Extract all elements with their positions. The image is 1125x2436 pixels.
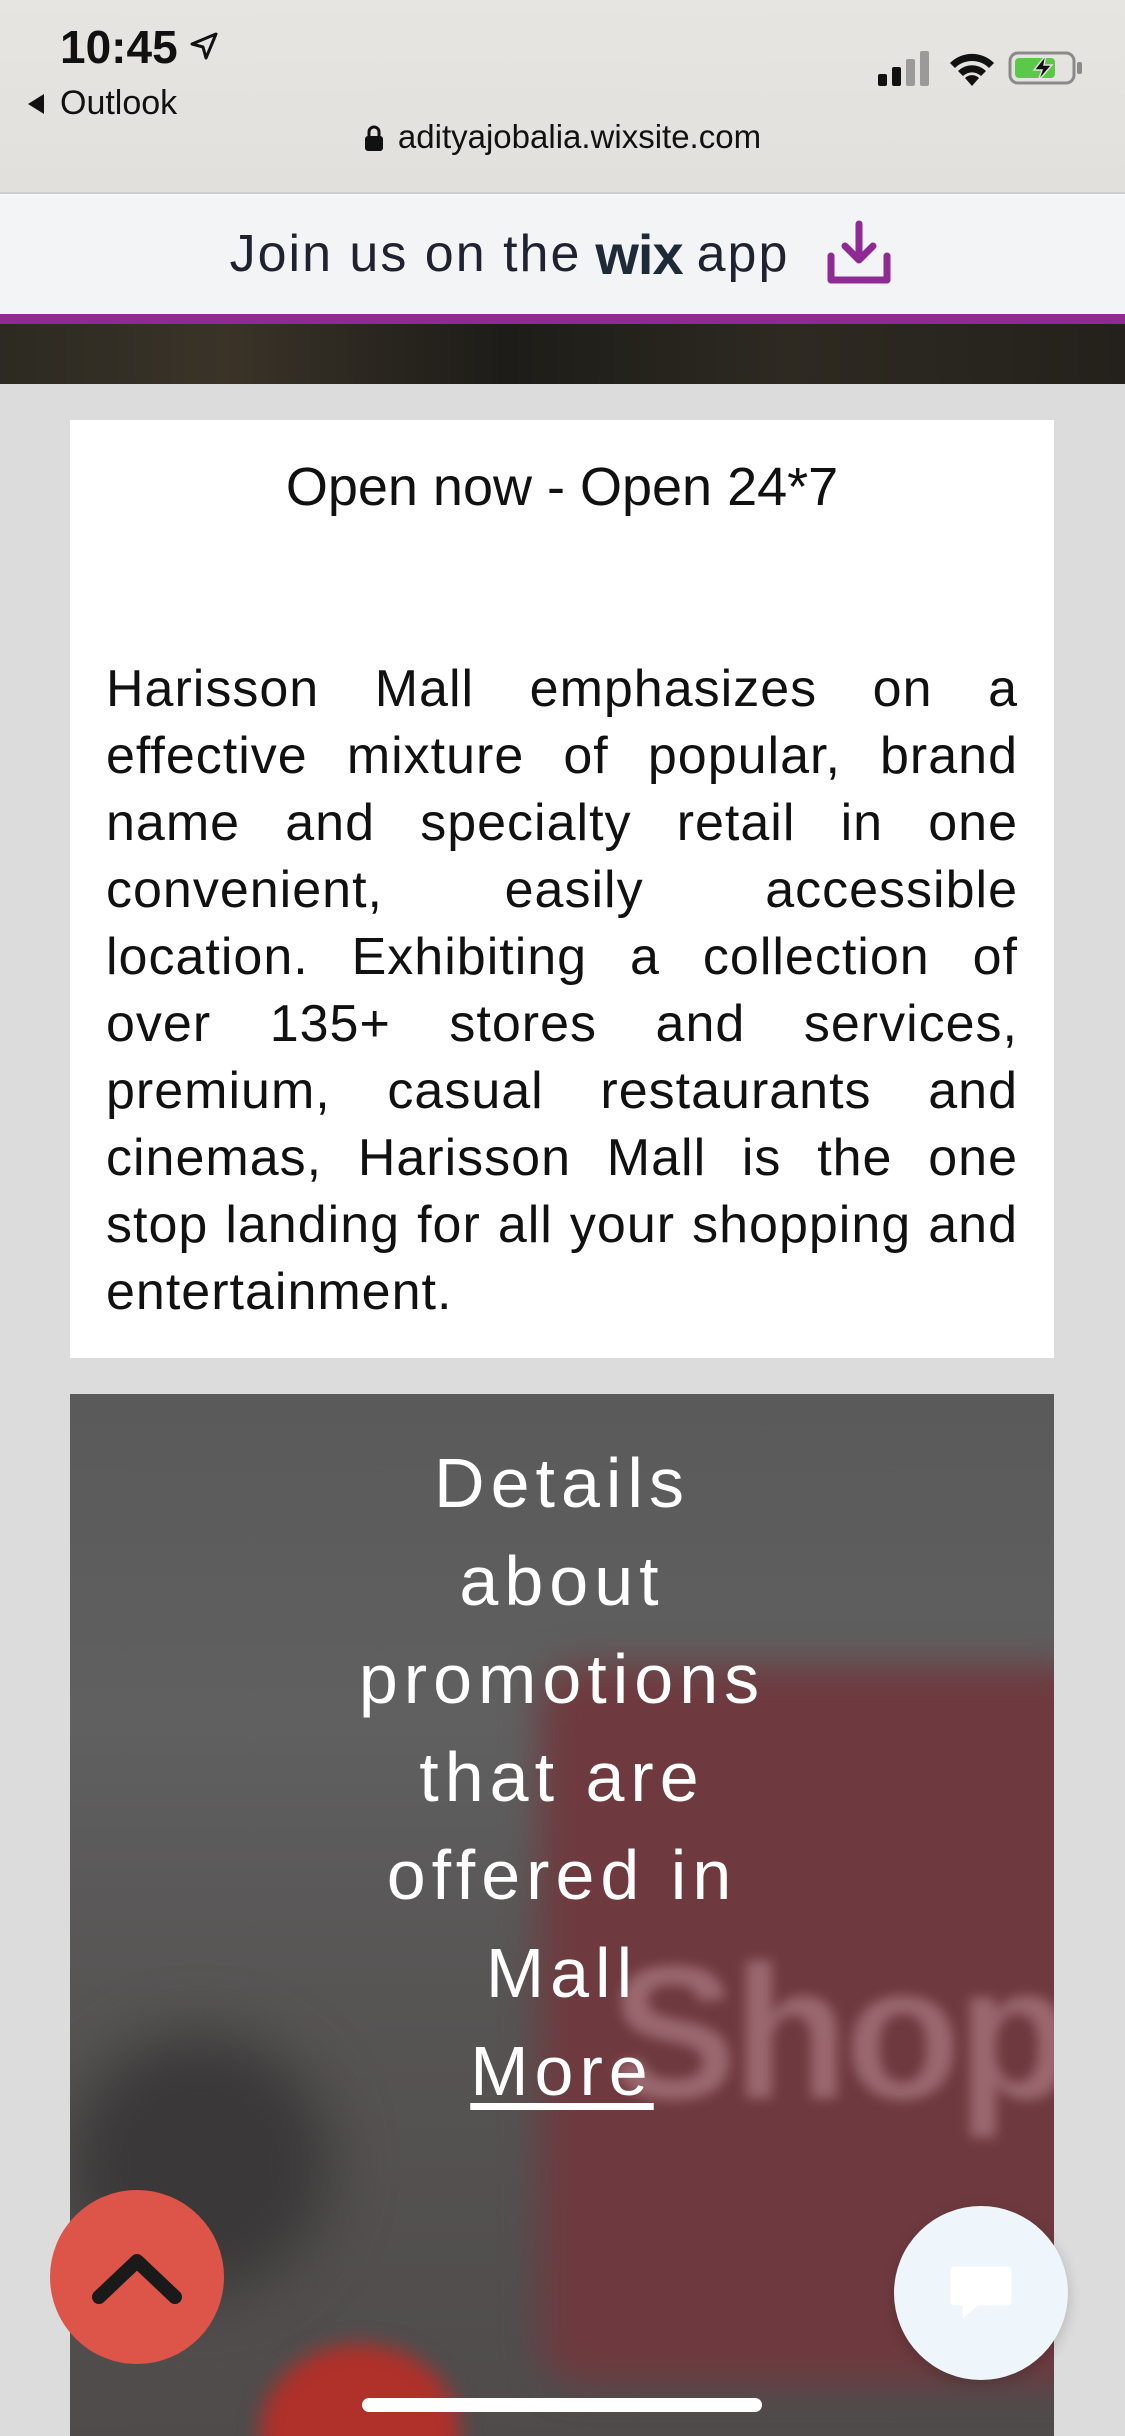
status-time: 10:45 xyxy=(60,21,178,73)
hero-image-strip xyxy=(0,324,1125,384)
page: 10:45 Outlook adityajobalia.wixsite.com … xyxy=(0,0,1125,2436)
wix-logo: wix xyxy=(595,222,683,286)
promo-background-object xyxy=(260,2344,460,2436)
chevron-up-icon xyxy=(92,2254,182,2304)
chat-bubble-icon xyxy=(949,2265,1013,2322)
wifi-icon xyxy=(950,53,994,86)
banner-text-after: app xyxy=(696,225,790,283)
cellular-signal-icon xyxy=(878,51,929,86)
url-bar[interactable]: adityajobalia.wixsite.com xyxy=(0,118,1125,156)
mall-description: Harisson Mall emphasizes on a effective … xyxy=(106,660,1018,1321)
scroll-to-top-button[interactable] xyxy=(50,2190,224,2364)
more-link[interactable]: More xyxy=(470,2022,653,2120)
battery-charging-icon xyxy=(1008,51,1082,85)
banner-divider xyxy=(0,314,1125,324)
status-bar: 10:45 Outlook adityajobalia.wixsite.com xyxy=(0,0,1125,194)
promo-line: offered in xyxy=(386,1836,738,1914)
promo-line: that are xyxy=(419,1738,705,1816)
promo-line: Details xyxy=(434,1444,690,1522)
home-indicator xyxy=(362,2398,762,2412)
url-text: adityajobalia.wixsite.com xyxy=(397,118,762,155)
lock-icon xyxy=(364,125,383,151)
promo-line: about xyxy=(459,1542,665,1620)
open-status: Open now - Open 24*7 xyxy=(285,457,839,517)
banner-text-before: Join us on the xyxy=(229,225,582,283)
promo-line: promotions xyxy=(358,1640,766,1718)
wix-app-banner[interactable]: Join us on the wix app xyxy=(0,194,1125,314)
promo-heading: Details about promotions that are offere… xyxy=(70,1434,1054,2120)
download-icon[interactable] xyxy=(823,218,895,290)
info-card: Open now - Open 24*7 Harisson Mall empha… xyxy=(70,420,1054,1358)
chat-button[interactable] xyxy=(894,2206,1068,2380)
location-arrow-icon xyxy=(190,32,218,60)
back-triangle-icon xyxy=(28,93,44,114)
promo-line: Mall xyxy=(485,1934,639,2012)
